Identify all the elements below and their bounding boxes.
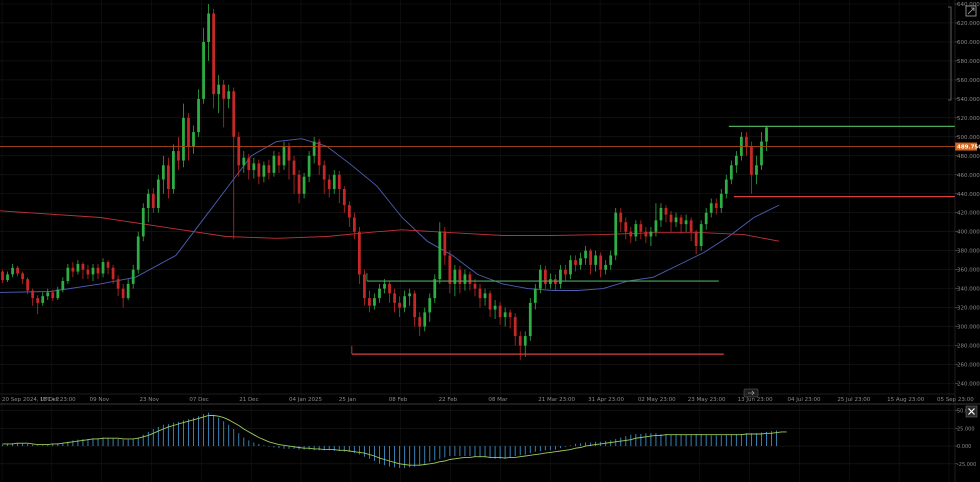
osc-tick-label: 0.000 xyxy=(957,444,971,450)
candle xyxy=(156,174,160,213)
candle xyxy=(141,203,145,242)
y-tick-label: 260.000 xyxy=(957,363,980,369)
y-tick-label: 620.000 xyxy=(957,21,980,27)
scroll-to-latest-icon[interactable] xyxy=(743,388,759,398)
x-tick-label: 23 Nov xyxy=(140,397,160,403)
x-tick-label: 05 Sep 23:00 xyxy=(937,397,974,403)
chart-background xyxy=(0,0,980,482)
y-tick-label: 520.000 xyxy=(957,116,980,122)
x-tick-label: 08 Mar xyxy=(488,397,508,403)
x-tick-label: 25 Jul 23:00 xyxy=(837,397,870,403)
y-tick-label: 540.000 xyxy=(957,97,980,103)
candle xyxy=(136,231,140,274)
x-tick-label: 18 Oct 23:00 xyxy=(40,397,76,403)
x-tick-label: 21 Mar 23:00 xyxy=(538,397,575,403)
candle xyxy=(172,144,175,194)
x-tick-label: 02 May 23:00 xyxy=(638,397,676,403)
osc-tick-label: -25.000 xyxy=(957,462,976,468)
x-tick-label: 22 Feb xyxy=(439,397,458,403)
osc-tick-label: 25.000 xyxy=(957,426,975,432)
y-tick-label: 340.000 xyxy=(957,287,980,293)
x-tick-label: 23 May 23:00 xyxy=(688,397,726,403)
y-tick-label: 320.000 xyxy=(957,306,980,312)
y-tick-label: 360.000 xyxy=(957,268,980,274)
x-tick-label: 21 Dec xyxy=(239,397,258,403)
candle xyxy=(528,298,532,341)
x-tick-label: 31 Apr 23:00 xyxy=(588,397,624,403)
x-tick-label: 13 Jun 23:00 xyxy=(738,397,773,403)
y-tick-label: 560.000 xyxy=(957,78,980,84)
x-tick-label: 04 Jan 2025 xyxy=(289,397,322,403)
candlestick-chart: 640.000 620.000 600.000 580.000 560.000 540.0… xyxy=(0,0,980,482)
x-tick-label: 08 Feb xyxy=(389,397,408,403)
y-tick-label: 420.000 xyxy=(957,211,980,217)
x-tick-label: 25 Jan xyxy=(339,397,357,403)
y-tick-label: 300.000 xyxy=(957,325,980,331)
y-tick-label: 400.000 xyxy=(957,230,980,236)
y-tick-label: 440.000 xyxy=(957,192,980,198)
x-tick-label: 04 Jul 23:00 xyxy=(787,397,820,403)
y-tick-label: 460.000 xyxy=(957,173,980,179)
y-tick-label: 480.000 xyxy=(957,154,980,160)
close-oscillator-icon[interactable] xyxy=(965,405,978,418)
x-tick-label: 15 Aug 23:00 xyxy=(887,397,925,403)
x-tick-label: 09 Nov xyxy=(90,397,110,403)
y-tick-label: 640.000 xyxy=(957,2,980,8)
y-tick-label: 600.000 xyxy=(957,40,980,46)
y-tick-label: 280.000 xyxy=(957,344,980,350)
y-tick-label: 580.000 xyxy=(957,59,980,65)
price-axis[interactable]: 640.000 620.000 600.000 580.000 560.000 540.0… xyxy=(955,2,980,388)
candle xyxy=(614,207,618,261)
candle xyxy=(212,8,216,109)
y-tick-label: 240.000 xyxy=(957,382,980,388)
x-tick-label: 07 Dec xyxy=(189,397,208,403)
y-tick-label: 500.000 xyxy=(957,135,980,141)
current-price-label: 489.750 xyxy=(957,145,980,151)
y-tick-label: 380.000 xyxy=(957,249,980,255)
